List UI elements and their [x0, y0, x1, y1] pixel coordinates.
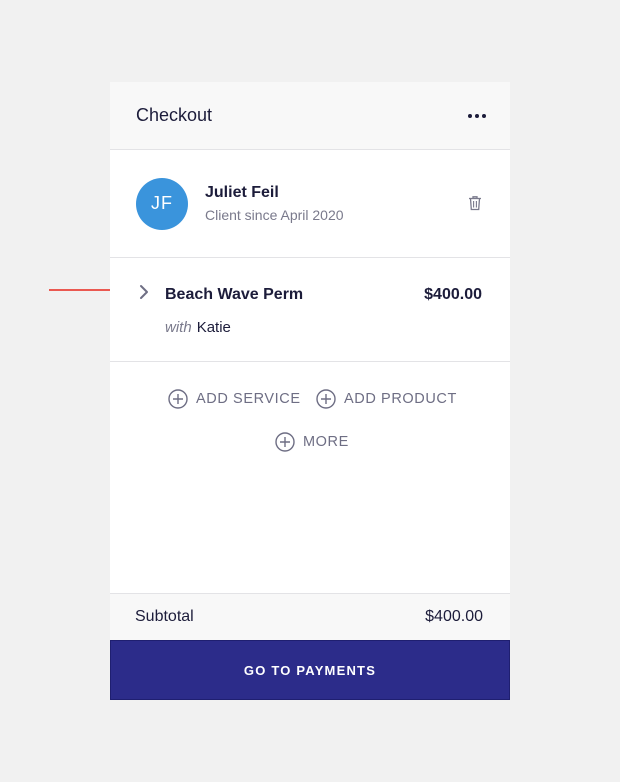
- more-horizontal-icon[interactable]: [468, 113, 486, 118]
- checkout-panel: Checkout JF Juliet Feil Client since Apr…: [110, 82, 510, 700]
- add-service-label: ADD SERVICE: [196, 391, 301, 407]
- with-label: with: [165, 319, 192, 336]
- subtotal-value: $400.00: [425, 608, 483, 625]
- more-button[interactable]: MORE: [275, 432, 349, 452]
- avatar: JF: [136, 177, 188, 230]
- service-name: Beach Wave Perm: [165, 286, 304, 303]
- more-label: MORE: [303, 434, 349, 450]
- client-name: Juliet Feil: [205, 184, 279, 201]
- service-line-item[interactable]: Beach Wave Perm $400.00 with Katie: [110, 258, 510, 362]
- client-since: Client since April 2020: [205, 207, 344, 223]
- go-to-payments-button[interactable]: GO TO PAYMENTS: [110, 640, 510, 700]
- client-info: Juliet Feil Client since April 2020: [205, 184, 344, 223]
- service-price: $400.00: [424, 286, 482, 303]
- trash-icon[interactable]: [468, 195, 482, 211]
- plus-circle-icon: [275, 432, 295, 452]
- add-product-button[interactable]: ADD PRODUCT: [316, 389, 457, 409]
- staff-name: Katie: [196, 319, 231, 336]
- plus-circle-icon: [168, 389, 188, 409]
- service-staff-line: with Katie: [165, 319, 231, 336]
- chevron-right-icon[interactable]: [138, 284, 150, 300]
- page-title: Checkout: [136, 105, 213, 125]
- checkout-header: Checkout: [110, 82, 510, 150]
- plus-circle-icon: [316, 389, 336, 409]
- client-card[interactable]: JF Juliet Feil Client since April 2020: [110, 150, 510, 258]
- add-actions: ADD SERVICE ADD PRODUCT MORE: [110, 362, 510, 594]
- subtotal-row: Subtotal $400.00: [110, 593, 510, 640]
- add-product-label: ADD PRODUCT: [344, 391, 457, 407]
- add-service-button[interactable]: ADD SERVICE: [168, 389, 301, 409]
- subtotal-label: Subtotal: [135, 608, 194, 625]
